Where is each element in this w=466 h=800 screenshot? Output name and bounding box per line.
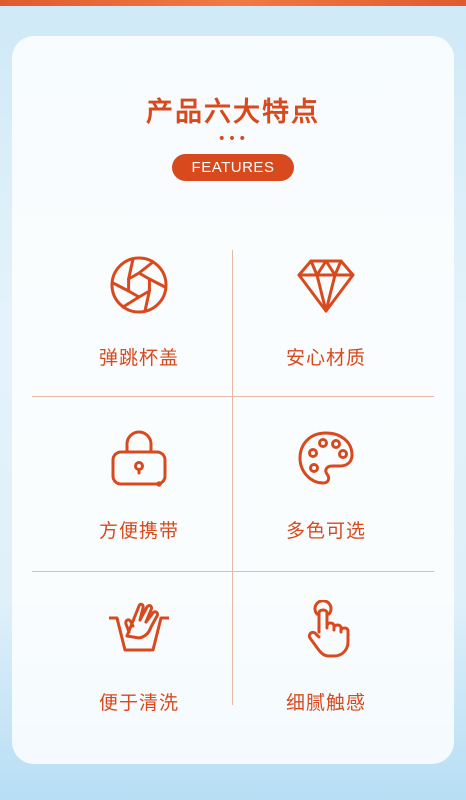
feature-item-soft-touch: 细腻触感	[226, 600, 426, 750]
feature-item-portable: 方便携带	[39, 428, 239, 578]
section-title: 产品六大特点	[146, 97, 320, 128]
features-badge: FEATURES	[172, 154, 294, 181]
hand-wash-icon	[109, 600, 169, 660]
diamond-icon	[296, 255, 356, 315]
title-dots: •••	[217, 131, 249, 147]
aperture-icon	[109, 255, 169, 315]
feature-label: 细腻触感	[285, 692, 366, 714]
bag-icon	[109, 428, 169, 488]
palette-icon	[296, 428, 356, 488]
touch-icon	[296, 600, 356, 660]
feature-label: 便于清洗	[98, 692, 179, 714]
feature-item-bounce-lid: 弹跳杯盖	[39, 255, 239, 405]
feature-label: 多色可选	[285, 520, 366, 542]
feature-item-easy-clean: 便于清洗	[39, 600, 239, 750]
feature-label: 方便携带	[98, 520, 179, 542]
feature-label: 安心材质	[285, 347, 366, 369]
feature-item-safe-material: 安心材质	[226, 255, 426, 405]
feature-item-multi-color: 多色可选	[226, 428, 426, 578]
feature-label: 弹跳杯盖	[98, 347, 179, 369]
top-accent-strip	[0, 0, 466, 6]
